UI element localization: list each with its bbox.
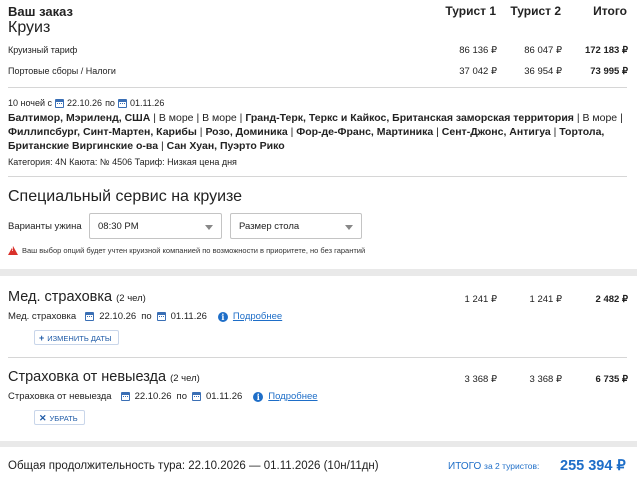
cancel-insurance-count: (2 чел) xyxy=(170,373,200,384)
grand-total: 255 394 ₽ xyxy=(560,458,626,474)
table-size-select[interactable]: Размер стола xyxy=(230,213,362,239)
remove-label: УБРАТЬ xyxy=(49,414,78,423)
insurance-card: Мед. страховка (2 чел) 1 241 ₽ 1 241 ₽ 2 … xyxy=(0,276,637,441)
plus-icon: + xyxy=(39,333,45,343)
med-insurance-total: 2 482 ₽ xyxy=(595,294,628,305)
order-card: Ваш заказ Турист 1 Турист 2 Итого Круиз … xyxy=(0,0,637,269)
med-more-link[interactable]: Подробнее xyxy=(233,311,282,322)
divider xyxy=(8,357,627,358)
order-title: Ваш заказ xyxy=(8,4,73,19)
route-separator: | xyxy=(617,112,623,124)
route-stop: Сент-Джонс, Антигуа xyxy=(441,126,551,138)
route-stop: В море xyxy=(202,112,237,124)
cruise-dates: 10 ночей с 22.10.26 по 01.11.26 xyxy=(8,98,164,108)
service-warning: Ваш выбор опций будет учтен круизной ком… xyxy=(8,246,365,255)
cancel-date-to: 01.11.26 xyxy=(205,391,243,402)
chevron-down-icon xyxy=(205,225,213,230)
change-dates-button[interactable]: + ИЗМЕНИТЬ ДАТЫ xyxy=(34,330,119,345)
calendar-icon xyxy=(120,392,130,401)
med-insurance-title: Мед. страховка (2 чел) xyxy=(8,289,146,305)
route-stop: Розо, Доминика xyxy=(205,126,288,138)
date-from: 22.10.26 xyxy=(67,98,103,108)
total-label: ИТОГО за 2 туристов: xyxy=(448,461,539,472)
divider xyxy=(8,87,627,88)
route-stop: Фор-де-Франс, Мартиника xyxy=(296,126,434,138)
col-tourist-1: Турист 1 xyxy=(445,4,496,18)
date-to-prefix: по xyxy=(105,98,115,108)
table-size-value: Размер стола xyxy=(239,221,300,232)
cancel-insurance-dates: Страховка от невыезда 22.10.26 по 01.11.… xyxy=(8,391,318,402)
route-separator: | xyxy=(193,112,203,124)
route-separator: | xyxy=(287,126,297,138)
port-fees-label: Портовые сборы / Налоги xyxy=(8,66,116,76)
tour-duration: Общая продолжительность тура: 22.10.2026… xyxy=(8,460,379,472)
route-stop: В море xyxy=(582,112,618,124)
warning-text: Ваш выбор опций будет учтен круизной ком… xyxy=(22,246,366,255)
col-tourist-2: Турист 2 xyxy=(510,4,561,18)
date-to: 01.11.26 xyxy=(129,98,165,108)
cancel-insurance-name: Страховка от невыезда xyxy=(8,369,167,385)
med-date-to: 01.11.26 xyxy=(170,311,207,322)
change-dates-label: ИЗМЕНИТЬ ДАТЫ xyxy=(47,334,112,343)
cancel-insurance-total: 6 735 ₽ xyxy=(595,374,628,385)
port-fees-total: 73 995 ₽ xyxy=(590,66,628,77)
route-separator: | xyxy=(158,140,167,152)
info-icon[interactable]: i xyxy=(253,391,264,402)
med-insurance-name: Мед. страховка xyxy=(8,289,113,305)
route-stop: Балтимор, Мэриленд, США xyxy=(8,112,151,124)
cancel-insurance-sub-label: Страховка от невыезда xyxy=(8,391,112,402)
route-separator: | xyxy=(433,126,442,138)
dinner-time-value: 08:30 PM xyxy=(98,221,139,232)
total-sub: за 2 туристов: xyxy=(484,461,540,471)
cancel-more-link[interactable]: Подробнее xyxy=(268,391,317,402)
med-date-from: 22.10.26 xyxy=(99,311,137,322)
calendar-icon xyxy=(117,98,127,108)
nights-text: 10 ночей с xyxy=(8,98,53,108)
route-stop: Филлипсбург, Синт-Мартен, Карибы xyxy=(8,126,197,138)
med-date-to-prefix: по xyxy=(141,311,152,322)
footer-bar: Общая продолжительность тура: 22.10.2026… xyxy=(0,447,637,481)
cancel-insurance-title: Страховка от невыезда (2 чел) xyxy=(8,369,200,385)
divider xyxy=(8,176,627,177)
total-word: ИТОГО xyxy=(448,461,482,472)
col-total: Итого xyxy=(593,4,627,18)
service-title: Специальный сервис на круизе xyxy=(8,188,243,205)
chevron-down-icon xyxy=(345,225,353,230)
info-icon[interactable]: i xyxy=(217,311,228,322)
route-separator: | xyxy=(550,126,560,138)
route-stop: Сан Хуан, Пуэрто Рико xyxy=(166,140,285,152)
calendar-icon xyxy=(55,98,65,108)
close-icon: ✕ xyxy=(39,413,47,423)
med-insurance-count: (2 чел) xyxy=(116,293,146,304)
calendar-icon xyxy=(156,312,166,321)
remove-button[interactable]: ✕ УБРАТЬ xyxy=(34,410,85,425)
cancel-date-from: 22.10.26 xyxy=(134,391,172,402)
calendar-icon xyxy=(191,392,201,401)
route-separator: | xyxy=(150,112,159,124)
cruise-fare-total: 172 183 ₽ xyxy=(584,45,628,56)
dinner-time-select[interactable]: 08:30 PM xyxy=(89,213,222,239)
cruise-route: Балтимор, Мэриленд, США | В море | В мор… xyxy=(8,111,626,153)
cabin-details: Категория: 4N Каюта: № 4506 Тариф: Низка… xyxy=(8,157,237,167)
med-insurance-sub-label: Мед. страховка xyxy=(8,311,77,322)
route-stop: Гранд-Терк, Теркс и Кайкос, Британская з… xyxy=(245,112,574,124)
cruise-title: Круиз xyxy=(8,19,51,36)
calendar-icon xyxy=(85,312,95,321)
warning-icon xyxy=(8,246,18,255)
med-insurance-dates: Мед. страховка 22.10.26 по 01.11.26 i По… xyxy=(8,311,282,322)
dinner-options-label: Варианты ужина xyxy=(8,221,82,232)
cancel-date-to-prefix: по xyxy=(176,391,187,402)
route-stop: В море xyxy=(158,112,194,124)
cruise-fare-label: Круизный тариф xyxy=(8,45,78,55)
